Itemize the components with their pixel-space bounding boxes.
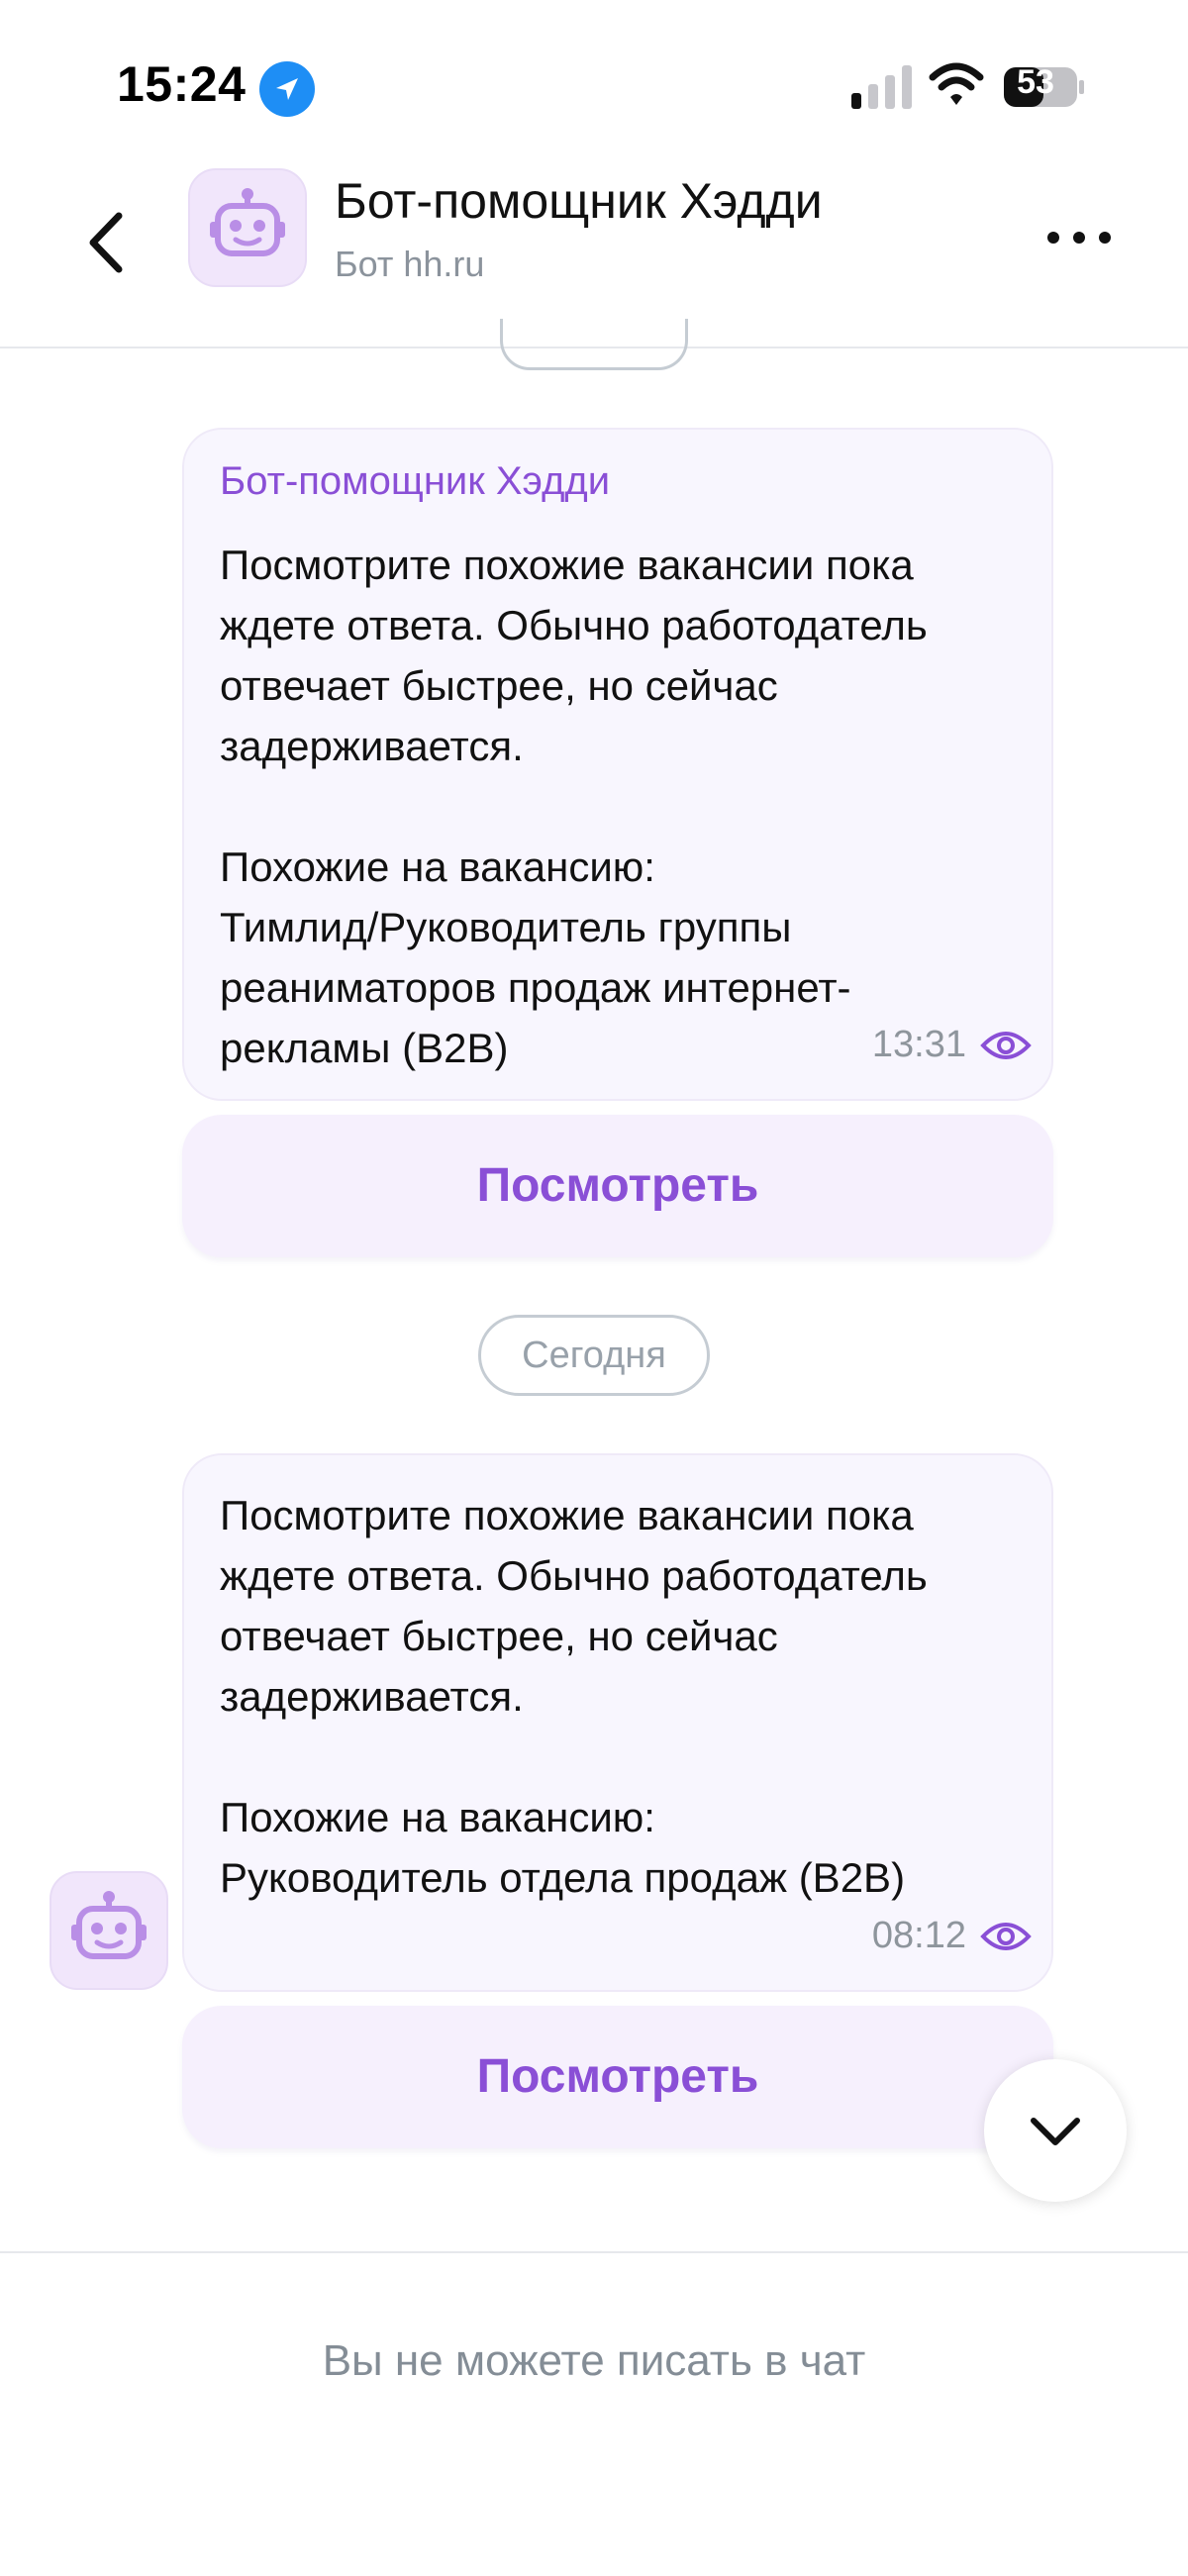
footer-divider <box>0 2251 1188 2253</box>
chevron-down-icon <box>1031 2118 1080 2145</box>
chat-title: Бот-помощник Хэдди <box>335 173 823 229</box>
message-sender: Бот-помощник Хэдди <box>220 459 611 503</box>
message-meta: 13:31 <box>872 1024 1032 1066</box>
status-time: 15:24 <box>117 56 247 112</box>
message-bubble: Посмотрите похожие вакансии пока ждете о… <box>182 1453 1053 1992</box>
location-arrow-icon <box>259 61 315 117</box>
message-text: Посмотрите похожие вакансии пока ждете о… <box>220 1492 928 1901</box>
message-time: 08:12 <box>871 1915 966 1956</box>
chat-subtitle: Бот hh.ru <box>335 244 485 284</box>
seen-eye-icon <box>980 1922 1032 1950</box>
more-dots-icon[interactable] <box>1040 218 1119 257</box>
seen-eye-icon <box>980 1031 1032 1059</box>
message-text: Посмотрите похожие вакансии пока ждете о… <box>220 542 928 1071</box>
scroll-down-button[interactable] <box>984 2059 1127 2202</box>
status-bar: 15:24 53 <box>0 0 1188 149</box>
robot-avatar-icon <box>50 1871 168 1990</box>
message-meta: 08:12 <box>872 1915 1032 1957</box>
wifi-icon <box>929 62 984 105</box>
cellular-signal-icon <box>851 65 912 109</box>
date-separator: Сегодня <box>478 1315 710 1396</box>
chat-disabled-notice: Вы не можете писать в чат <box>322 2336 866 2385</box>
back-chevron-icon[interactable] <box>71 198 141 287</box>
date-separator-partial <box>500 319 688 370</box>
message-time: 13:31 <box>871 1024 966 1065</box>
view-button[interactable]: Посмотреть <box>182 2006 1053 2148</box>
robot-avatar-icon[interactable] <box>188 168 307 287</box>
message-bubble: Бот-помощник Хэдди Посмотрите похожие ва… <box>182 428 1053 1101</box>
view-button[interactable]: Посмотреть <box>182 1115 1053 1257</box>
battery-level: 53 <box>1017 63 1054 101</box>
